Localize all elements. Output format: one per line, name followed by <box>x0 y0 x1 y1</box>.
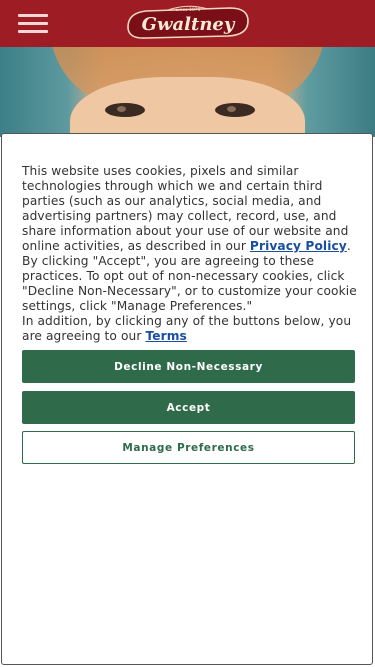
logo-tagline: Since 1870 <box>175 7 200 13</box>
cookie-notice-text: This website uses cookies, pixels and si… <box>22 164 362 344</box>
logo-wordmark: Gwaltney <box>142 14 236 35</box>
gwaltney-logo[interactable]: Since 1870 Gwaltney <box>124 3 252 43</box>
site-header: Since 1870 Gwaltney <box>0 0 375 47</box>
privacy-policy-link[interactable]: Privacy Policy <box>250 239 347 253</box>
terms-link[interactable]: Terms <box>145 329 186 343</box>
cookie-consent-dialog: This website uses cookies, pixels and si… <box>1 133 373 665</box>
manage-preferences-button[interactable]: Manage Preferences <box>22 431 355 464</box>
hero-image <box>0 47 375 137</box>
hamburger-menu-icon[interactable] <box>18 14 48 34</box>
decline-non-necessary-button[interactable]: Decline Non-Necessary <box>22 350 355 383</box>
accept-button[interactable]: Accept <box>22 391 355 424</box>
